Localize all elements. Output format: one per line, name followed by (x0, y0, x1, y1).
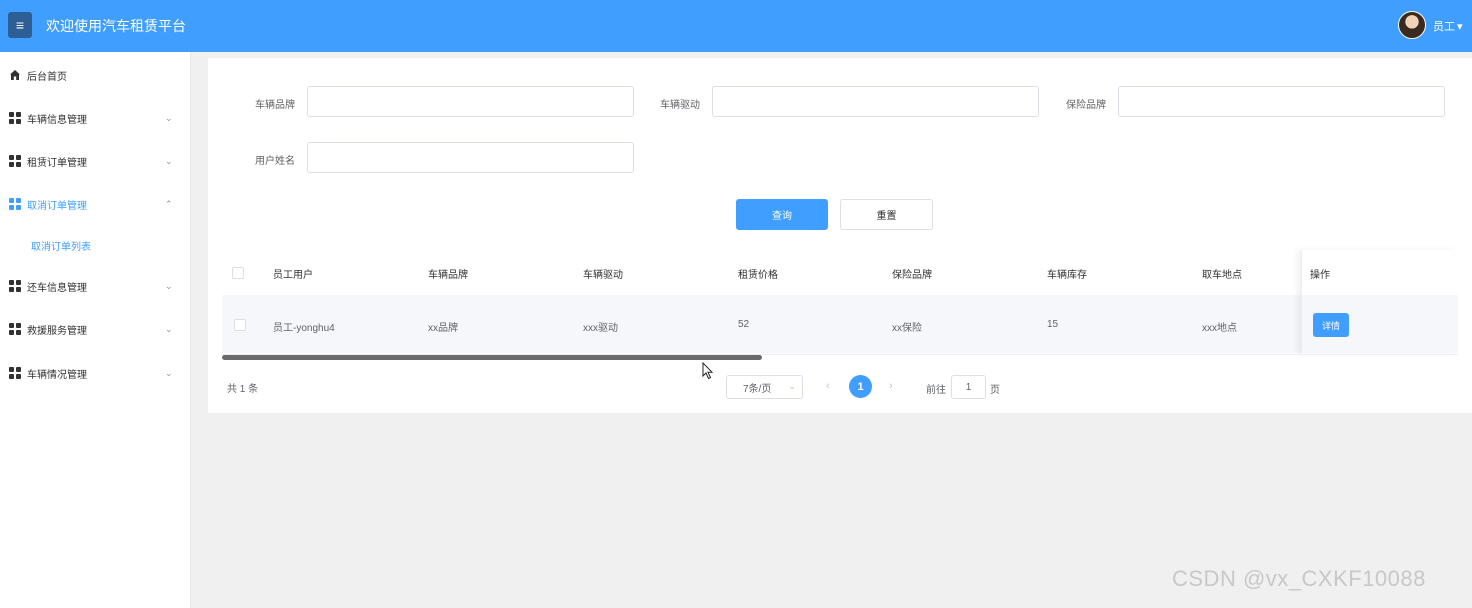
brand-label: 车辆品牌 (255, 100, 295, 111)
hamburger-icon: ≡ (15, 17, 25, 33)
chevron-down-icon: ▾ (1457, 20, 1463, 33)
sidebar-item-label: 租赁订单管理 (27, 157, 87, 169)
page-number-current[interactable]: 1 (849, 375, 872, 398)
chevron-down-icon: ⌄ (165, 367, 173, 378)
sidebar-item-label: 车辆信息管理 (27, 114, 87, 126)
goto-label: 前往 (926, 385, 946, 396)
select-all-checkbox[interactable] (232, 267, 244, 279)
avatar[interactable] (1398, 11, 1426, 39)
sidebar-item-label: 后台首页 (27, 71, 67, 83)
sidebar-item-label: 救援服务管理 (27, 325, 87, 337)
sidebar-item-label: 车辆情况管理 (27, 369, 87, 381)
sidebar-item-rescue-service[interactable]: 救援服务管理 ⌄ (0, 314, 190, 344)
user-dropdown[interactable]: 员工 ▾ (1433, 18, 1463, 34)
grid-icon (9, 367, 21, 379)
table-cell: xx保险 (892, 323, 922, 334)
goto-page-input[interactable] (951, 375, 986, 399)
grid-icon (9, 112, 21, 124)
username-label: 用户姓名 (255, 156, 295, 167)
table-cell: xxx地点 (1202, 323, 1237, 334)
grid-icon (9, 323, 21, 335)
goto-suffix: 页 (990, 385, 1000, 396)
sidebar-item-vehicle-info[interactable]: 车辆信息管理 ⌄ (0, 103, 190, 133)
chevron-up-icon: ⌃ (165, 198, 173, 209)
column-header: 员工用户 (273, 270, 313, 281)
table-cell: xx品牌 (428, 323, 458, 334)
column-header: 取车地点 (1202, 270, 1242, 281)
reset-button[interactable]: 重置 (840, 199, 933, 230)
grid-icon (9, 280, 21, 292)
sidebar-item-label: 取消订单管理 (27, 200, 87, 212)
column-header: 保险品牌 (892, 270, 932, 281)
mouse-cursor-icon (702, 362, 714, 380)
prev-page-icon[interactable]: ‹ (826, 380, 830, 392)
next-page-icon[interactable]: › (889, 380, 893, 392)
column-header-actions: 操作 (1310, 270, 1330, 281)
horizontal-scrollbar[interactable] (222, 355, 762, 360)
table-cell: 52 (738, 319, 750, 330)
sidebar: 后台首页 车辆信息管理 ⌄ 租赁订单管理 ⌄ 取消订单管理 ⌃ 取消订单列表 还… (0, 52, 191, 608)
table-cell: 员工-yonghu4 (273, 323, 335, 334)
table-cell: xxx驱动 (583, 323, 618, 334)
main-card: 车辆品牌 车辆驱动 保险品牌 用户姓名 查询 重置 员工用户 车辆品牌 车辆驱动… (208, 58, 1472, 413)
sidebar-item-rental-orders[interactable]: 租赁订单管理 ⌄ (0, 146, 190, 176)
row-checkbox[interactable] (234, 319, 246, 331)
table-row (222, 295, 1458, 353)
chevron-down-icon: ⌄ (165, 112, 173, 123)
username-input[interactable] (307, 142, 634, 173)
sidebar-item-cancel-orders[interactable]: 取消订单管理 ⌃ (0, 189, 190, 219)
insurance-label: 保险品牌 (1066, 100, 1106, 111)
user-label: 员工 (1433, 21, 1455, 33)
grid-icon (9, 198, 21, 210)
sidebar-item-label: 还车信息管理 (27, 282, 87, 294)
detail-button[interactable]: 详情 (1313, 313, 1349, 337)
top-header: ≡ 欢迎使用汽车租赁平台 员工 ▾ (0, 0, 1472, 52)
drive-label: 车辆驱动 (660, 100, 700, 111)
column-header: 租赁价格 (738, 270, 778, 281)
sidebar-subitem-cancel-order-list[interactable]: 取消订单列表 (31, 238, 91, 253)
column-header: 车辆库存 (1047, 270, 1087, 281)
sidebar-item-return-info[interactable]: 还车信息管理 ⌄ (0, 271, 190, 301)
app-title: 欢迎使用汽车租赁平台 (46, 18, 186, 34)
page-size-select[interactable]: 7条/页 ⌄ (726, 375, 803, 399)
sidebar-item-home[interactable]: 后台首页 (0, 60, 190, 90)
home-icon (9, 69, 21, 81)
query-button[interactable]: 查询 (736, 199, 828, 230)
drive-input[interactable] (712, 86, 1039, 117)
grid-icon (9, 155, 21, 167)
pagination-total: 共 1 条 (227, 384, 259, 395)
column-header: 车辆驱动 (583, 270, 623, 281)
chevron-down-icon: ⌄ (165, 323, 173, 334)
insurance-input[interactable] (1118, 86, 1445, 117)
hamburger-menu-button[interactable]: ≡ (8, 12, 32, 38)
table-cell: 15 (1047, 319, 1059, 330)
page-size-value: 7条/页 (743, 383, 772, 395)
brand-input[interactable] (307, 86, 634, 117)
chevron-down-icon: ⌄ (165, 280, 173, 291)
column-header: 车辆品牌 (428, 270, 468, 281)
watermark: CSDN @vx_CXKF10088 (1172, 566, 1426, 591)
sidebar-item-vehicle-status[interactable]: 车辆情况管理 ⌄ (0, 358, 190, 388)
chevron-down-icon: ⌄ (788, 381, 796, 391)
chevron-down-icon: ⌄ (165, 155, 173, 166)
